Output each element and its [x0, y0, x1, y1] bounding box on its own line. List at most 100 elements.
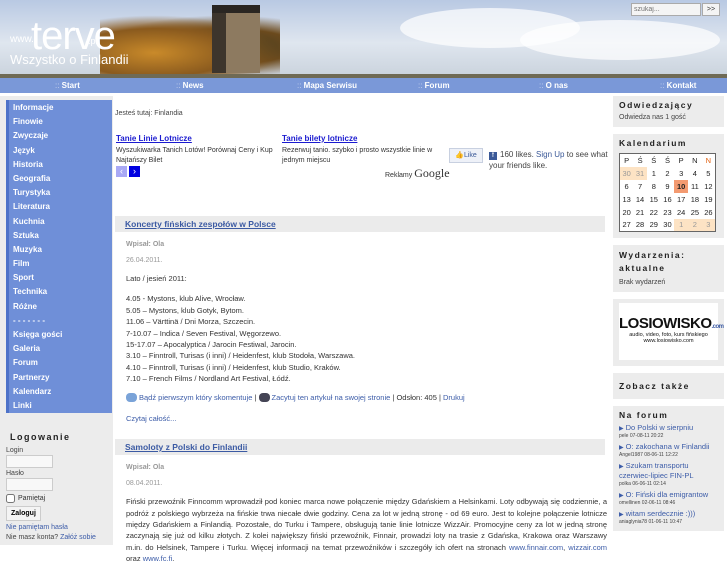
sidebar-item-linki[interactable]: Linki [9, 399, 112, 413]
remember-checkbox[interactable] [6, 494, 15, 503]
sidebar-item-turystyka[interactable]: Turystyka [9, 186, 112, 200]
wizzair-link[interactable]: wizzair.com [568, 543, 607, 552]
search-button[interactable]: >> [702, 3, 720, 16]
forum-meta: polka 06-06-11 02:14 [619, 481, 666, 487]
calendar-day[interactable]: 17 [674, 193, 688, 206]
nav-o-nas[interactable]: :: O nas [484, 78, 605, 93]
forum-topic-link[interactable]: Szukam transportu czerwiec-lipiec FIN-PL [619, 461, 694, 480]
nav-separator: :: [418, 81, 425, 90]
calendar-day[interactable]: 21 [633, 206, 647, 219]
calendar-day[interactable]: 30 [661, 219, 675, 232]
calendar-day[interactable]: 2 [688, 218, 702, 232]
read-more-link[interactable]: Czytaj całość... [126, 414, 176, 423]
sidebar-item-geografia[interactable]: Geografia [9, 172, 112, 186]
sidebar-item-historia[interactable]: Historia [9, 158, 112, 172]
sidebar-item-finowie[interactable]: Finowie [9, 115, 112, 129]
losiowisko-banner[interactable]: LOSIOWISKO.com audio, video, foto, kurs … [619, 303, 724, 360]
sidebar-item-zwyczaje[interactable]: Zwyczaje [9, 129, 112, 143]
calendar-day[interactable]: 24 [674, 206, 688, 219]
google-ads-label[interactable]: Reklamy Google [385, 166, 450, 181]
calendar-day[interactable]: 3 [674, 167, 688, 180]
ad-title-link[interactable]: Tanie bilety lotnicze [282, 134, 357, 143]
sidebar-item-sport[interactable]: Sport [9, 271, 112, 285]
ads-next-button[interactable]: › [129, 166, 140, 177]
nav-news[interactable]: :: News [121, 78, 242, 93]
print-link[interactable]: Drukuj [443, 393, 465, 402]
calendar-day[interactable]: 28 [633, 219, 647, 232]
sidebar-item-forum[interactable]: Forum [9, 356, 112, 370]
calendar-day[interactable]: 13 [620, 193, 634, 206]
calendar-day[interactable]: 3 [701, 218, 716, 232]
calendar-day[interactable]: 14 [633, 193, 647, 206]
calendar-header-row: PŚŚŚPNN [620, 154, 716, 167]
calendar-day[interactable]: 22 [647, 206, 661, 219]
sidebar-item-jezyk[interactable]: Język [9, 144, 112, 158]
search-input[interactable] [631, 3, 701, 16]
calendar-day[interactable]: 6 [620, 180, 634, 193]
calendar-day[interactable]: 25 [688, 206, 702, 219]
sidebar-item-kalendarz[interactable]: Kalendarz [9, 385, 112, 399]
calendar-day[interactable]: 5 [702, 167, 716, 180]
facebook-signup-link[interactable]: Sign Up [536, 150, 564, 159]
ads-prev-button[interactable]: ‹ [116, 166, 127, 177]
register-link[interactable]: Załóż sobie [60, 534, 96, 541]
sidebar-item-technika[interactable]: Technika [9, 285, 112, 299]
nav-forum[interactable]: :: Forum [363, 78, 484, 93]
facebook-like-button[interactable]: 👍Like [449, 148, 483, 163]
article-title-link[interactable]: Samoloty z Polski do Finlandii [125, 442, 247, 452]
calendar-day[interactable]: 7 [633, 180, 647, 193]
calendar-day[interactable]: 26 [702, 206, 716, 219]
calendar-day[interactable]: 1 [674, 218, 689, 232]
banner-box: LOSIOWISKO.com audio, video, foto, kurs … [613, 299, 724, 366]
calendar-day[interactable]: 23 [661, 206, 675, 219]
calendar-day[interactable]: 16 [661, 193, 675, 206]
fc-link[interactable]: www.fc.fi [143, 554, 173, 563]
sidebar-item-film[interactable]: Film [9, 257, 112, 271]
finnair-link[interactable]: www.finnair.com [509, 543, 563, 552]
calendar-day[interactable]: 2 [661, 167, 675, 180]
calendar-day[interactable]: 29 [647, 219, 661, 232]
sidebar-menu: Informacje Finowie Zwyczaje Język Histor… [6, 100, 112, 414]
login-button[interactable]: Zaloguj [6, 506, 41, 521]
forum-topic-link[interactable]: O: Fiński dla emigrantow [626, 490, 709, 499]
sidebar-item-literatura[interactable]: Literatura [9, 200, 112, 214]
calendar-day[interactable]: 12 [702, 180, 716, 193]
sidebar-item-rozne[interactable]: Różne [9, 300, 112, 314]
calendar-day[interactable]: 15 [647, 193, 661, 206]
article-title-link[interactable]: Koncerty fińskich zespołów w Polsce [125, 219, 276, 229]
sidebar-item-muzyka[interactable]: Muzyka [9, 243, 112, 257]
sidebar-item-sztuka[interactable]: Sztuka [9, 229, 112, 243]
password-input[interactable] [6, 478, 53, 491]
ad-title-link[interactable]: Tanie Linie Lotnicze [116, 134, 192, 143]
sidebar-item-ksiega-gosci[interactable]: Księga gości [9, 328, 112, 342]
article-body: Lato / jesień 2011: 4.05 - Mystons, klub… [126, 273, 609, 385]
sidebar-item-partnerzy[interactable]: Partnerzy [9, 371, 112, 385]
nav-start[interactable]: :: Start [0, 78, 121, 93]
forum-topic-link[interactable]: witam serdecznie :))) [626, 509, 696, 518]
calendar-day[interactable]: 1 [647, 167, 661, 180]
sidebar-item-galeria[interactable]: Galeria [9, 342, 112, 356]
calendar-day[interactable]: 30 [619, 166, 634, 180]
calendar-day[interactable]: 9 [661, 180, 675, 193]
nav-kontakt[interactable]: :: Kontakt [605, 78, 726, 93]
comment-link[interactable]: Bądź pierwszym który skomentuje [139, 393, 252, 402]
calendar-day[interactable]: 11 [688, 180, 702, 193]
calendar-day[interactable]: 20 [620, 206, 634, 219]
cite-link[interactable]: Zacytuj ten artykuł na swojej stronie [272, 393, 391, 402]
calendar-day[interactable]: 18 [688, 193, 702, 206]
forgot-password-link[interactable]: Nie pamiętam hasła [6, 524, 68, 531]
sidebar-item-informacje[interactable]: Informacje [9, 101, 112, 115]
sidebar-item-kuchnia[interactable]: Kuchnia [9, 215, 112, 229]
login-input[interactable] [6, 455, 53, 468]
forum-topic-link[interactable]: O: zakochana w Finlandii [626, 442, 710, 451]
calendar-day[interactable]: 4 [688, 167, 702, 180]
forum-topic-link[interactable]: Do Polski w sierpniu [626, 423, 694, 432]
main-content: Jesteś tutaj: Finlandia Tanie Linie Lotn… [115, 100, 609, 565]
calendar-day[interactable]: 19 [702, 193, 716, 206]
nav-mapa-serwisu[interactable]: :: Mapa Serwisu [242, 78, 363, 93]
concert-line: 4.05 - Mystons, klub Alive, Wrocław. [126, 294, 246, 304]
calendar-today[interactable]: 10 [674, 179, 689, 193]
calendar-day[interactable]: 27 [620, 219, 634, 232]
calendar-day[interactable]: 8 [647, 180, 661, 193]
calendar-day[interactable]: 31 [633, 166, 647, 180]
